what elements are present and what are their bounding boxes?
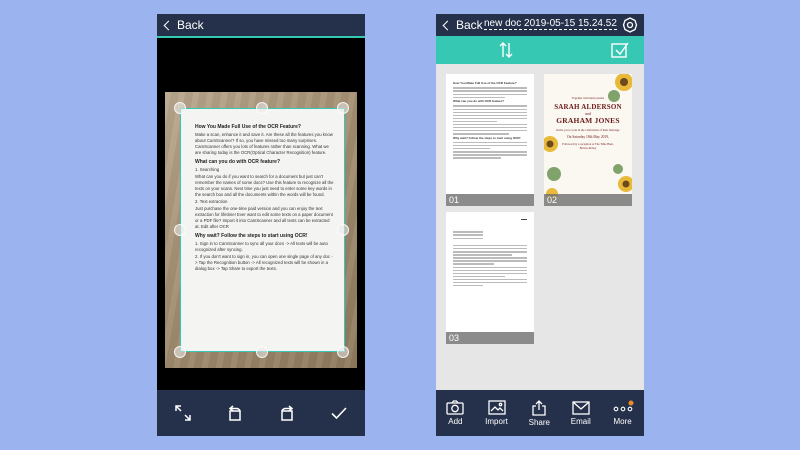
page-01-lines-2 <box>453 105 527 135</box>
more-button[interactable]: More <box>612 400 634 426</box>
page-01-subheading-2: Why wait? Follow the steps to start usin… <box>453 135 521 140</box>
share-icon <box>532 399 546 416</box>
doc-navbar: Back new doc 2019-05-15 15.24.52 <box>436 14 644 36</box>
invite-name-1: SARAH ALDERSON <box>554 103 622 111</box>
invite-reception: Followed by a reception at The Tithe Bar… <box>562 142 614 150</box>
chevron-left-icon <box>442 20 453 30</box>
expand-icon <box>175 405 191 421</box>
rotate-left-icon <box>228 405 241 421</box>
import-label: Import <box>485 417 508 426</box>
page-01-content: How You Made Full Use of the OCR Feature… <box>446 74 534 166</box>
crop-handle-bottom-right[interactable] <box>337 346 349 358</box>
chevron-left-icon <box>163 20 174 30</box>
add-button[interactable]: Add <box>446 400 465 426</box>
crop-toolbar <box>157 390 365 436</box>
crop-handle-left[interactable] <box>174 224 186 236</box>
crop-handle-bottom[interactable] <box>256 346 268 358</box>
page-number: 01 <box>446 194 534 206</box>
page-01-lines-3 <box>453 141 527 159</box>
document-screen: Back new doc 2019-05-15 15.24.52 How You… <box>436 14 644 436</box>
invite-text: Invite you to join in the celebration of… <box>556 128 620 132</box>
document-title[interactable]: new doc 2019-05-15 15.24.52 <box>484 18 617 30</box>
page-03-content: ▬▬ <box>446 212 534 294</box>
rotate-left-button[interactable] <box>221 399 249 427</box>
crop-handle-top[interactable] <box>256 102 268 114</box>
more-label: More <box>613 417 632 426</box>
page-03-address <box>453 231 483 239</box>
document-page: How You Made Full Use of the OCR Feature… <box>180 108 345 352</box>
email-icon <box>572 400 590 415</box>
crop-handle-top-left[interactable] <box>174 102 186 114</box>
crop-handle-bottom-left[interactable] <box>174 346 186 358</box>
import-image-icon <box>487 400 506 415</box>
more-icon <box>613 400 634 412</box>
doc-intro: Make a scan, enhance it and save it. Are… <box>195 132 333 155</box>
crop-navbar: Back <box>157 14 365 36</box>
checkmark-icon <box>331 407 347 420</box>
bottom-toolbar: Add Import Share Email More <box>436 390 644 436</box>
rotate-right-button[interactable] <box>273 399 301 427</box>
doc-heading-2: What can you do with OCR feature? <box>195 159 281 165</box>
invite-script-line: Together with their parents <box>571 96 605 100</box>
gear-icon[interactable] <box>622 17 638 33</box>
doc-step-2: 2. If you don't want to sign in, you can… <box>195 254 333 271</box>
page-01-heading: How You Made Full Use of the OCR Feature… <box>453 81 517 85</box>
share-button[interactable]: Share <box>528 399 550 427</box>
crop-handle-right[interactable] <box>337 224 349 236</box>
doc-heading-1: How You Made Full Use of the OCR Feature… <box>195 124 301 130</box>
import-button[interactable]: Import <box>485 400 508 426</box>
select-icon[interactable] <box>610 40 630 60</box>
page-thumbnail-01[interactable]: How You Made Full Use of the OCR Feature… <box>446 74 534 206</box>
page-03-lines <box>453 244 527 287</box>
page-03-logo: ▬▬ <box>521 217 527 221</box>
crop-screen: Back How You Made Full Use of the OCR Fe… <box>157 14 365 436</box>
accent-line <box>157 36 365 38</box>
reorder-icon[interactable] <box>496 40 516 60</box>
email-button[interactable]: Email <box>570 400 591 426</box>
add-label: Add <box>448 417 463 426</box>
page-thumbnail-03[interactable]: ▬▬ 03 <box>446 212 534 344</box>
page-thumbnail-02[interactable]: Together with their parents SARAH ALDERS… <box>544 74 632 206</box>
crop-handle-top-right[interactable] <box>337 102 349 114</box>
invite-name-2: GRAHAM JONES <box>556 116 620 125</box>
page-number: 02 <box>544 194 632 206</box>
expand-button[interactable] <box>169 399 197 427</box>
page-01-lines <box>453 87 527 99</box>
wedding-invitation: Together with their parents SARAH ALDERS… <box>544 74 632 206</box>
action-bar <box>436 36 644 64</box>
doc-heading-3: Why wait? Follow the steps to start usin… <box>195 233 308 239</box>
back-button[interactable]: Back <box>157 18 204 32</box>
rotate-right-icon <box>281 405 294 421</box>
doc-item1-title: 1. Searching <box>195 167 220 172</box>
doc-item1-text: What can you do if you want to search fo… <box>195 174 334 197</box>
page-number: 03 <box>446 332 534 344</box>
back-label: Back <box>456 18 483 32</box>
scan-photo: How You Made Full Use of the OCR Feature… <box>165 92 357 368</box>
doc-item2-title: 2. Text extraction <box>195 199 228 204</box>
email-label: Email <box>570 416 591 426</box>
doc-step-1: 1. Sign in to CamScanner to sync all you… <box>195 241 328 252</box>
doc-item2-text: Just purchase the one-time paid version … <box>195 206 333 229</box>
back-label: Back <box>177 18 204 32</box>
share-label: Share <box>528 417 550 427</box>
confirm-button[interactable] <box>325 399 353 427</box>
invite-date: On Saturday 18th May 2019, <box>567 135 609 139</box>
back-button[interactable]: Back <box>436 18 483 32</box>
camera-icon <box>446 400 465 415</box>
page-01-subheading: What can you do with OCR feature? <box>453 99 505 104</box>
